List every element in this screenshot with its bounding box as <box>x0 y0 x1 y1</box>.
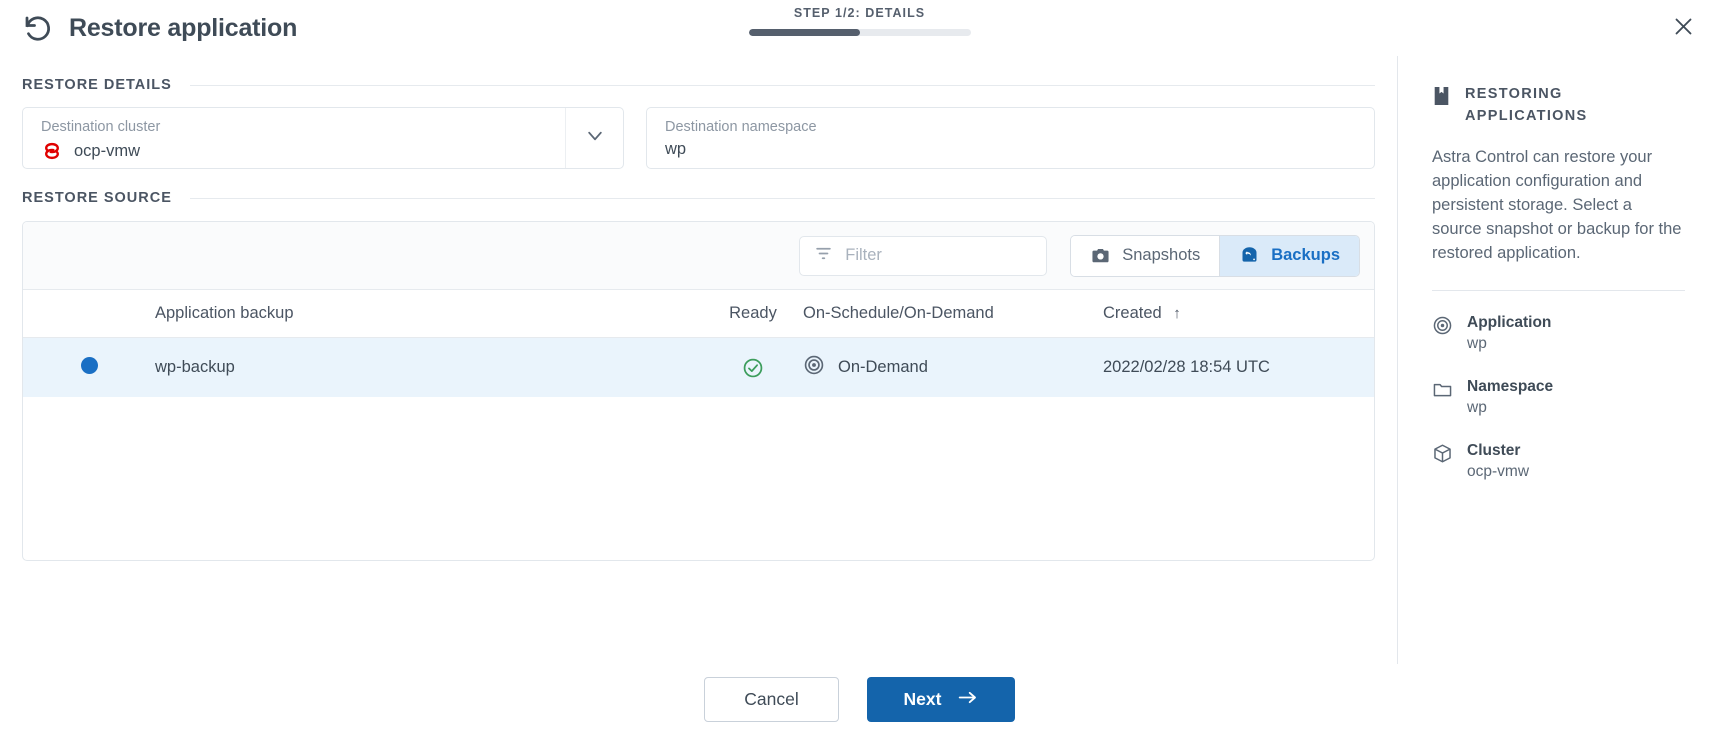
table-header: Application backup Ready On-Schedule/On-… <box>23 290 1374 338</box>
column-created[interactable]: Created ↑ <box>1103 290 1374 338</box>
table-header-row: Application backup Ready On-Schedule/On-… <box>23 290 1374 338</box>
target-icon <box>1432 312 1453 355</box>
close-button[interactable] <box>1667 13 1699 45</box>
column-created-label: Created <box>1103 304 1162 322</box>
restore-details-label: RESTORE DETAILS <box>22 77 172 93</box>
column-application-backup-label: Application backup <box>155 304 294 322</box>
step-label: STEP 1/2: DETAILS <box>793 6 926 20</box>
column-ready-label: Ready <box>729 304 777 322</box>
restore-undo-arrow-icon <box>22 13 52 43</box>
book-icon <box>1432 83 1451 112</box>
dialog-header: Restore application STEP 1/2: DETAILS <box>0 0 1719 56</box>
backups-table: Application backup Ready On-Schedule/On-… <box>23 290 1374 397</box>
openshift-logo-icon <box>41 140 63 162</box>
row-created-value: 2022/02/28 18:54 UTC <box>1103 358 1270 376</box>
sidebar-namespace-value: wp <box>1467 399 1487 416</box>
chevron-down-icon <box>585 126 605 151</box>
tab-backups[interactable]: Backups <box>1219 235 1359 276</box>
folder-icon <box>1432 376 1453 419</box>
destination-cluster-dropdown-toggle[interactable] <box>565 108 623 168</box>
filter-input[interactable]: Filter <box>845 246 882 265</box>
arrow-right-icon <box>958 689 978 710</box>
filter-funnel-icon <box>814 244 833 268</box>
sidebar-title-group: RESTORING APPLICATIONS <box>1432 83 1685 127</box>
step-progress: STEP 1/2: DETAILS <box>695 6 1025 36</box>
divider <box>189 197 1375 199</box>
header-title-group: Restore application <box>22 13 297 43</box>
tab-backups-label: Backups <box>1271 246 1340 264</box>
page-title: Restore application <box>69 13 298 42</box>
progress-bar-track <box>748 29 971 36</box>
source-toolbar: Filter Snapshots Backups <box>23 222 1374 290</box>
source-type-tabs: Snapshots Backups <box>1070 234 1360 277</box>
close-icon <box>1673 16 1694 42</box>
sidebar-title: RESTORING APPLICATIONS <box>1465 86 1588 124</box>
tab-snapshots[interactable]: Snapshots <box>1071 235 1220 276</box>
main-content: RESTORE DETAILS Destination cluster ocp-… <box>0 56 1397 664</box>
filter-input-wrapper[interactable]: Filter <box>799 235 1048 276</box>
sidebar-application-value: wp <box>1467 335 1487 352</box>
progress-bar-fill <box>748 29 860 36</box>
row-ready-cell <box>703 338 803 398</box>
divider <box>1432 290 1685 291</box>
dialog-body: RESTORE DETAILS Destination cluster ocp-… <box>0 56 1719 664</box>
sort-ascending-icon: ↑ <box>1173 305 1181 322</box>
radio-selected-icon[interactable] <box>80 356 98 374</box>
restore-source-label: RESTORE SOURCE <box>22 190 172 206</box>
restore-source-section-header: RESTORE SOURCE <box>22 190 1375 206</box>
destination-cluster-value: ocp-vmw <box>74 141 141 160</box>
help-sidebar: RESTORING APPLICATIONS Astra Control can… <box>1397 56 1719 664</box>
table-body: wp-backup On-Demand 2022/02/28 18:54 UTC <box>23 337 1374 398</box>
row-backup-name: wp-backup <box>155 358 235 376</box>
sidebar-item-application: Application wp <box>1432 312 1685 355</box>
divider <box>189 84 1375 86</box>
column-ready[interactable]: Ready <box>703 290 803 338</box>
sidebar-item-namespace: Namespace wp <box>1432 376 1685 419</box>
sidebar-application-label: Application <box>1467 314 1552 331</box>
row-select-cell[interactable] <box>23 338 155 398</box>
tab-snapshots-label: Snapshots <box>1122 246 1201 264</box>
camera-icon <box>1090 245 1111 266</box>
row-schedule-value: On-Demand <box>838 358 928 376</box>
column-application-backup[interactable]: Application backup <box>155 290 703 338</box>
next-button[interactable]: Next <box>867 677 1015 722</box>
target-icon <box>803 354 825 381</box>
destination-cluster-label: Destination cluster <box>41 119 161 135</box>
sidebar-namespace-label: Namespace <box>1467 378 1554 395</box>
destination-cluster-value-row: ocp-vmw <box>41 140 609 162</box>
restore-details-section-header: RESTORE DETAILS <box>22 77 1375 93</box>
column-select <box>23 290 155 338</box>
column-schedule-label: On-Schedule/On-Demand <box>803 304 994 322</box>
table-row[interactable]: wp-backup On-Demand 2022/02/28 18:54 UTC <box>23 337 1374 398</box>
column-schedule[interactable]: On-Schedule/On-Demand <box>803 290 1103 338</box>
sidebar-description: Astra Control can restore your applicati… <box>1432 148 1682 262</box>
backup-restore-icon <box>1239 245 1260 266</box>
destination-fields-row: Destination cluster ocp-vmw Destination … <box>22 107 1375 169</box>
restore-source-panel: Filter Snapshots Backups Application bac… <box>22 221 1375 561</box>
destination-namespace-field[interactable]: Destination namespace wp <box>646 107 1375 169</box>
cancel-button[interactable]: Cancel <box>704 677 839 722</box>
check-circle-icon <box>742 358 764 377</box>
sidebar-cluster-label: Cluster <box>1467 442 1521 459</box>
destination-cluster-select[interactable]: Destination cluster ocp-vmw <box>22 107 624 169</box>
sidebar-cluster-value: ocp-vmw <box>1467 463 1530 480</box>
cube-icon <box>1432 440 1453 483</box>
sidebar-item-cluster: Cluster ocp-vmw <box>1432 440 1685 483</box>
destination-namespace-label: Destination namespace <box>665 119 817 135</box>
destination-namespace-value: wp <box>665 140 687 158</box>
row-schedule-cell: On-Demand <box>803 338 1103 398</box>
dialog-footer: Cancel Next <box>0 664 1719 735</box>
next-button-label: Next <box>903 689 942 709</box>
